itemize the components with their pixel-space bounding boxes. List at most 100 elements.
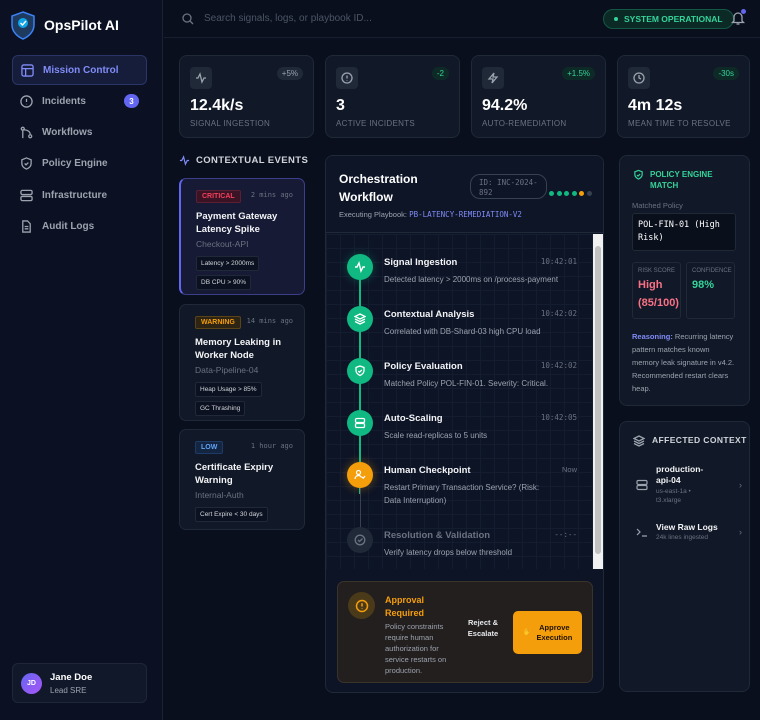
sidebar-item-label: Workflows <box>42 127 93 139</box>
stat-label: MEAN TIME TO RESOLVE <box>628 119 731 128</box>
metric-chip: DB CPU > 90% <box>196 275 251 290</box>
metric-chip: Latency > 2000ms <box>196 256 260 271</box>
event-time: 1 hour ago <box>250 442 293 450</box>
reject-escalate-button[interactable]: Reject & Escalate <box>463 617 503 639</box>
status-dot <box>614 17 618 21</box>
confidence-label: CONFIDENCE <box>692 268 732 274</box>
logo[interactable]: OpsPilot AI <box>10 10 119 40</box>
sidebar-item-label: Policy Engine <box>42 158 108 170</box>
title-text: AFFECTED CONTEXT <box>652 435 747 445</box>
reasoning-text: Reasoning: Recurring latency pattern mat… <box>632 330 738 395</box>
event-title: Payment Gateway Latency Spike <box>196 211 278 235</box>
view-raw-logs-link[interactable]: View Raw Logs 24k lines ingested › <box>636 522 742 542</box>
alert-circle-icon <box>20 95 33 108</box>
sidebar-item-audit-logs[interactable]: Audit Logs <box>12 211 147 241</box>
stat-change: +5% <box>276 67 303 80</box>
sidebar: OpsPilot AI Mission Control Incidents 3 W… <box>0 0 163 720</box>
avatar: JD <box>21 672 42 694</box>
sidebar-item-infrastructure[interactable]: Infrastructure <box>12 180 147 210</box>
severity-badge: LOW <box>195 441 224 454</box>
metric-chip: GC Thrashing <box>195 401 246 416</box>
playbook-label: Executing Playbook: <box>339 210 407 219</box>
event-card[interactable]: WARNING 14 mins ago Memory Leaking in Wo… <box>179 304 305 421</box>
context-item-server[interactable]: production-api-04 us-east-1a • t3.xlarge … <box>636 464 742 505</box>
server-icon <box>347 410 373 436</box>
contextual-events-title: CONTEXTUAL EVENTS <box>179 155 308 166</box>
confidence-box: CONFIDENCE 98% <box>686 262 735 319</box>
stat-card-signal-ingestion: +5% 12.4k/s SIGNAL INGESTION <box>179 55 314 138</box>
terminal-icon <box>636 528 647 537</box>
stat-label: ACTIVE INCIDENTS <box>336 119 416 128</box>
metric-chip: Heap Usage > 85% <box>195 382 262 397</box>
stat-change: -2 <box>431 67 449 80</box>
event-title: Certificate Expiry Warning <box>195 462 274 486</box>
incident-id-badge: ID: INC-2024-892 <box>470 174 547 199</box>
matched-policy-label: Matched Policy <box>632 201 683 210</box>
scrollbar-thumb[interactable] <box>595 246 601 554</box>
sidebar-item-mission-control[interactable]: Mission Control <box>12 55 147 85</box>
affected-context-card: AFFECTED CONTEXT production-api-04 us-eas… <box>619 421 750 692</box>
event-card[interactable]: LOW 1 hour ago Certificate Expiry Warnin… <box>179 429 305 530</box>
stat-value: 4m 12s <box>628 97 683 114</box>
progress-dot <box>564 191 569 196</box>
stat-value: 3 <box>336 97 345 114</box>
alert-circle-icon <box>348 592 375 619</box>
step-time: 10:42:02 <box>540 309 577 318</box>
step-title: Auto-Scaling <box>384 413 443 424</box>
event-source: Data-Pipeline-04 <box>195 365 259 375</box>
sidebar-item-incidents[interactable]: Incidents 3 <box>12 86 147 116</box>
reasoning-label: Reasoning: <box>632 332 673 341</box>
chevron-right-icon: › <box>739 527 742 537</box>
shield-check-icon <box>347 358 373 384</box>
stat-change: -30s <box>713 67 739 80</box>
stat-label: SIGNAL INGESTION <box>190 119 271 128</box>
policy-card-title: POLICY ENGINE MATCH <box>633 169 730 191</box>
workflow-progress-dots <box>549 191 592 196</box>
playbook-id[interactable]: PB-LATENCY-REMEDIATION-V2 <box>409 210 522 219</box>
risk-value: High (85/100) <box>638 279 679 309</box>
user-check-icon <box>347 462 373 488</box>
user-profile[interactable]: JD Jane Doe Lead SRE <box>12 663 147 703</box>
step-title: Contextual Analysis <box>384 309 475 320</box>
sidebar-item-policy-engine[interactable]: Policy Engine <box>12 149 147 179</box>
user-name: Jane Doe <box>50 671 93 683</box>
approval-box: Approval Required Policy constraints req… <box>337 581 593 683</box>
incidents-count-badge: 3 <box>124 94 139 109</box>
server-icon <box>20 189 33 201</box>
affected-context-title: AFFECTED CONTEXT <box>633 435 747 447</box>
event-source: Internal-Auth <box>195 490 244 500</box>
severity-badge: CRITICAL <box>196 190 241 203</box>
orchestration-workflow-panel: Orchestration Workflow ID: INC-2024-892 … <box>325 155 604 693</box>
notification-dot <box>741 9 746 14</box>
event-card[interactable]: CRITICAL 2 mins ago Payment Gateway Late… <box>179 178 305 295</box>
metric-chip: Cert Expire < 30 days <box>195 507 268 522</box>
step-title: Resolution & Validation <box>384 530 491 541</box>
search-bar[interactable]: Search signals, logs, or playbook ID... <box>182 12 372 25</box>
confidence-value: 98% <box>692 279 715 291</box>
alert-circle-icon <box>336 67 358 89</box>
workflow-header: Orchestration Workflow ID: INC-2024-892 … <box>326 156 603 233</box>
timeline-scrollbar[interactable] <box>593 234 603 569</box>
clock-icon <box>628 67 650 89</box>
event-time: 14 mins ago <box>246 317 293 325</box>
notifications-button[interactable] <box>730 9 746 29</box>
shield-check-icon <box>634 169 643 180</box>
section-title-text: CONTEXTUAL EVENTS <box>196 155 309 166</box>
approve-label: Approve Execution <box>536 622 573 642</box>
step-desc: Restart Primary Transaction Service? (Ri… <box>384 483 540 505</box>
sidebar-item-workflows[interactable]: Workflows <box>12 118 147 148</box>
check-circle-icon <box>347 527 373 553</box>
shield-logo-icon <box>11 11 35 40</box>
stat-change: +1.5% <box>562 67 595 80</box>
progress-dot <box>556 191 562 196</box>
search-input[interactable]: Search signals, logs, or playbook ID... <box>204 13 372 24</box>
progress-dot <box>586 191 592 196</box>
hand-icon: ✋ <box>522 628 532 636</box>
risk-score-box: RISK SCORE High (85/100) <box>632 262 681 319</box>
context-item-title: View Raw Logs <box>656 522 718 532</box>
approve-execution-button[interactable]: ✋ Approve Execution <box>513 611 582 654</box>
stat-card-mttr: -30s 4m 12s MEAN TIME TO RESOLVE <box>617 55 750 138</box>
context-item-sub: 24k lines ingested <box>656 534 709 541</box>
sidebar-item-label: Mission Control <box>43 64 119 76</box>
header: Search signals, logs, or playbook ID... … <box>164 0 760 38</box>
